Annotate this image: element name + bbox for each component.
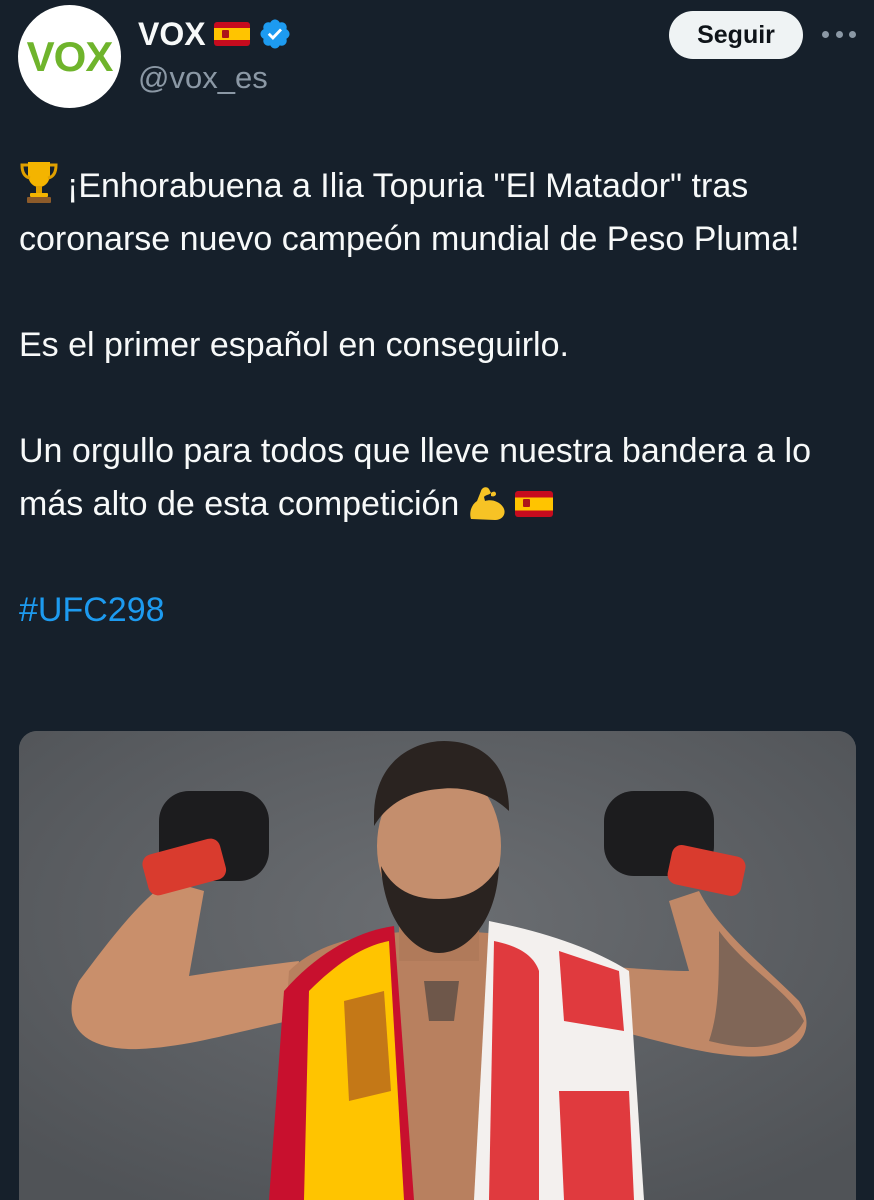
avatar-logo-text: VOX (26, 32, 114, 80)
follow-button[interactable]: Seguir (669, 11, 803, 59)
tweet-card: VOX VOX @vox_es Seguir ¡Enhorabuena a Il… (0, 0, 874, 1200)
dot (822, 30, 829, 38)
user-handle[interactable]: @vox_es (138, 60, 268, 96)
tweet-line-3: Un orgullo para todos que lleve nuestra … (19, 432, 811, 523)
tweet-paragraph-1: ¡Enhorabuena a Ilia Topuria "El Matador"… (19, 160, 854, 266)
more-options-icon[interactable] (822, 22, 856, 46)
verified-badge-icon[interactable] (258, 17, 292, 51)
dot (849, 30, 856, 38)
trophy-icon (20, 162, 58, 203)
tweet-body: ¡Enhorabuena a Ilia Topuria "El Matador"… (19, 160, 854, 637)
dot (835, 30, 843, 38)
tweet-media-image[interactable] (19, 731, 856, 1200)
hashtag-link[interactable]: #UFC298 (19, 591, 165, 629)
fighter-photo (19, 731, 856, 1200)
spain-flag-icon (213, 22, 250, 46)
avatar[interactable]: VOX (18, 5, 121, 108)
tweet-line-1: ¡Enhorabuena a Ilia Topuria "El Matador"… (19, 167, 800, 258)
tweet-paragraph-2: Es el primer español en conseguirlo. (19, 326, 569, 364)
display-name[interactable]: VOX (138, 16, 206, 53)
author-name-row: VOX (138, 14, 292, 54)
tweet-paragraph-4: #UFC298 (19, 584, 854, 637)
tweet-paragraph-3: Un orgullo para todos que lleve nuestra … (19, 425, 854, 531)
flexed-biceps-icon (470, 487, 505, 520)
spain-flag-icon (515, 491, 554, 517)
